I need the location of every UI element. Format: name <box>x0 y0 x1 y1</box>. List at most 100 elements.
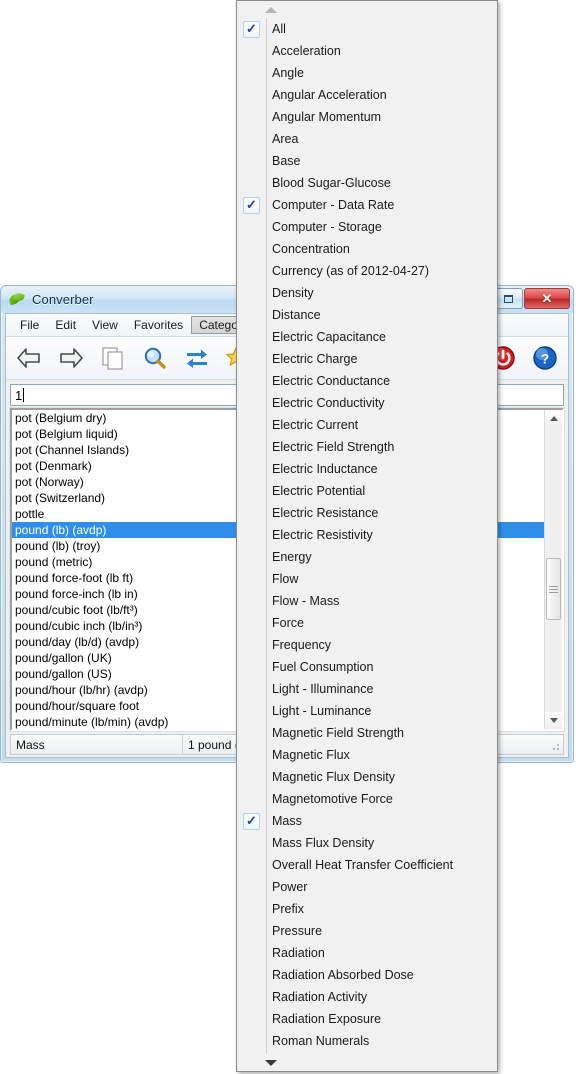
category-item[interactable]: Mass Flux Density <box>237 832 497 854</box>
category-item[interactable]: Energy <box>237 546 497 568</box>
target-list-scrollbar[interactable] <box>544 410 562 729</box>
category-item[interactable]: Overall Heat Transfer Coefficient <box>237 854 497 876</box>
category-item[interactable]: Distance <box>237 304 497 326</box>
window-title: Converber <box>32 292 94 307</box>
back-button[interactable] <box>10 340 48 376</box>
category-item-label: Fuel Consumption <box>272 660 374 674</box>
resize-grip-icon[interactable] <box>549 740 561 752</box>
category-item-label: Computer - Data Rate <box>272 198 395 212</box>
category-item[interactable]: Magnetic Flux <box>237 744 497 766</box>
check-icon: ✓ <box>246 812 257 828</box>
category-item[interactable]: Electric Potential <box>237 480 497 502</box>
close-button[interactable]: ✕ <box>524 288 570 309</box>
swap-icon <box>187 349 207 368</box>
restore-icon <box>504 294 513 303</box>
category-item[interactable]: Flow - Mass <box>237 590 497 612</box>
scroll-down-button[interactable] <box>545 712 562 729</box>
category-item[interactable]: ✓ All <box>237 18 497 40</box>
category-item[interactable]: Magnetomotive Force <box>237 788 497 810</box>
category-item[interactable]: Force <box>237 612 497 634</box>
category-item[interactable]: Electric Conductivity <box>237 392 497 414</box>
category-item-label: Angle <box>272 66 304 80</box>
category-item[interactable]: Electric Charge <box>237 348 497 370</box>
category-item[interactable]: Electric Resistivity <box>237 524 497 546</box>
category-item[interactable]: Electric Conductance <box>237 370 497 392</box>
category-item-label: Electric Capacitance <box>272 330 386 344</box>
category-item[interactable]: Pressure <box>237 920 497 942</box>
category-item-label: Density <box>272 286 314 300</box>
category-item[interactable]: Power <box>237 876 497 898</box>
category-item[interactable]: Currency (as of 2012-04-27) <box>237 260 497 282</box>
copy-button[interactable] <box>94 340 132 376</box>
converber-leaf-icon <box>7 291 26 309</box>
category-item-label: Acceleration <box>272 44 341 58</box>
category-item[interactable]: Acceleration <box>237 40 497 62</box>
category-scroll-up-button[interactable] <box>237 1 497 18</box>
category-item[interactable]: Angle <box>237 62 497 84</box>
category-item[interactable]: Magnetic Field Strength <box>237 722 497 744</box>
category-item[interactable]: Density <box>237 282 497 304</box>
category-item[interactable]: Magnetic Flux Density <box>237 766 497 788</box>
swap-button[interactable] <box>178 340 216 376</box>
category-item-checkbox[interactable]: ✓ <box>237 20 266 38</box>
category-item[interactable]: Electric Current <box>237 414 497 436</box>
checkbox-box: ✓ <box>243 812 260 830</box>
menu-edit[interactable]: Edit <box>47 316 84 334</box>
category-item-label: Magnetic Flux Density <box>272 770 395 784</box>
category-item[interactable]: Angular Acceleration <box>237 84 497 106</box>
menu-favorites[interactable]: Favorites <box>126 316 191 334</box>
category-item[interactable]: ✓ Computer - Data Rate <box>237 194 497 216</box>
category-dropdown-menu[interactable]: ✓ All Acceleration Angle Angular Acceleratio… <box>236 0 498 1072</box>
menu-view[interactable]: View <box>84 316 126 334</box>
category-item[interactable]: Frequency <box>237 634 497 656</box>
category-item[interactable]: Light - Luminance <box>237 700 497 722</box>
category-item[interactable]: Fuel Consumption <box>237 656 497 678</box>
category-item-label: Pressure <box>272 924 323 938</box>
category-item-checkbox[interactable]: ✓ <box>237 196 266 214</box>
category-item[interactable]: Angular Momentum <box>237 106 497 128</box>
category-item[interactable]: Computer - Storage <box>237 216 497 238</box>
category-item[interactable]: Concentration <box>237 238 497 260</box>
category-item[interactable]: Area <box>237 128 497 150</box>
category-item-label: Mass <box>272 814 302 828</box>
category-item[interactable]: ✓ Mass <box>237 810 497 832</box>
forward-button[interactable] <box>52 340 90 376</box>
category-item-checkbox[interactable]: ✓ <box>237 812 266 830</box>
category-item-list[interactable]: ✓ All Acceleration Angle Angular Acceleratio… <box>237 18 497 1054</box>
scroll-up-button[interactable] <box>545 410 562 427</box>
category-item-label: Computer - Storage <box>272 220 382 234</box>
category-item-label: Base <box>272 154 301 168</box>
scrollbar-thumb[interactable] <box>546 558 561 620</box>
category-item-label: Radiation Absorbed Dose <box>272 968 414 982</box>
category-item[interactable]: Radiation <box>237 942 497 964</box>
category-item[interactable]: Radiation Absorbed Dose <box>237 964 497 986</box>
category-item-label: Electric Resistivity <box>272 528 373 542</box>
scroll-down-arrow-icon <box>265 1059 277 1066</box>
menu-file[interactable]: File <box>12 316 47 334</box>
category-item[interactable]: Flow <box>237 568 497 590</box>
category-item[interactable]: Roman Numerals <box>237 1030 497 1052</box>
category-item[interactable]: Prefix <box>237 898 497 920</box>
category-item[interactable]: Radiation Activity <box>237 986 497 1008</box>
close-icon: ✕ <box>541 291 553 306</box>
category-item-label: Energy <box>272 550 312 564</box>
category-item[interactable]: Blood Sugar-Glucose <box>237 172 497 194</box>
category-item[interactable]: Electric Inductance <box>237 458 497 480</box>
restore-button[interactable] <box>494 288 523 309</box>
category-item[interactable]: Radiation Exposure <box>237 1008 497 1030</box>
category-item[interactable]: Electric Resistance <box>237 502 497 524</box>
help-icon: ? <box>533 346 557 370</box>
check-icon: ✓ <box>246 20 257 36</box>
search-button[interactable] <box>136 340 174 376</box>
category-item-label: Roman Numerals <box>272 1034 370 1048</box>
category-item[interactable]: Electric Capacitance <box>237 326 497 348</box>
category-item-label: Blood Sugar-Glucose <box>272 176 391 190</box>
category-item[interactable]: Light - Illuminance <box>237 678 497 700</box>
help-button[interactable]: ? <box>526 340 564 376</box>
category-item[interactable]: Base <box>237 150 497 172</box>
category-item-label: Power <box>272 880 308 894</box>
back-icon <box>17 348 40 368</box>
category-item[interactable]: Electric Field Strength <box>237 436 497 458</box>
category-scroll-down-button[interactable] <box>237 1054 497 1071</box>
category-item-label: Electric Charge <box>272 352 358 366</box>
